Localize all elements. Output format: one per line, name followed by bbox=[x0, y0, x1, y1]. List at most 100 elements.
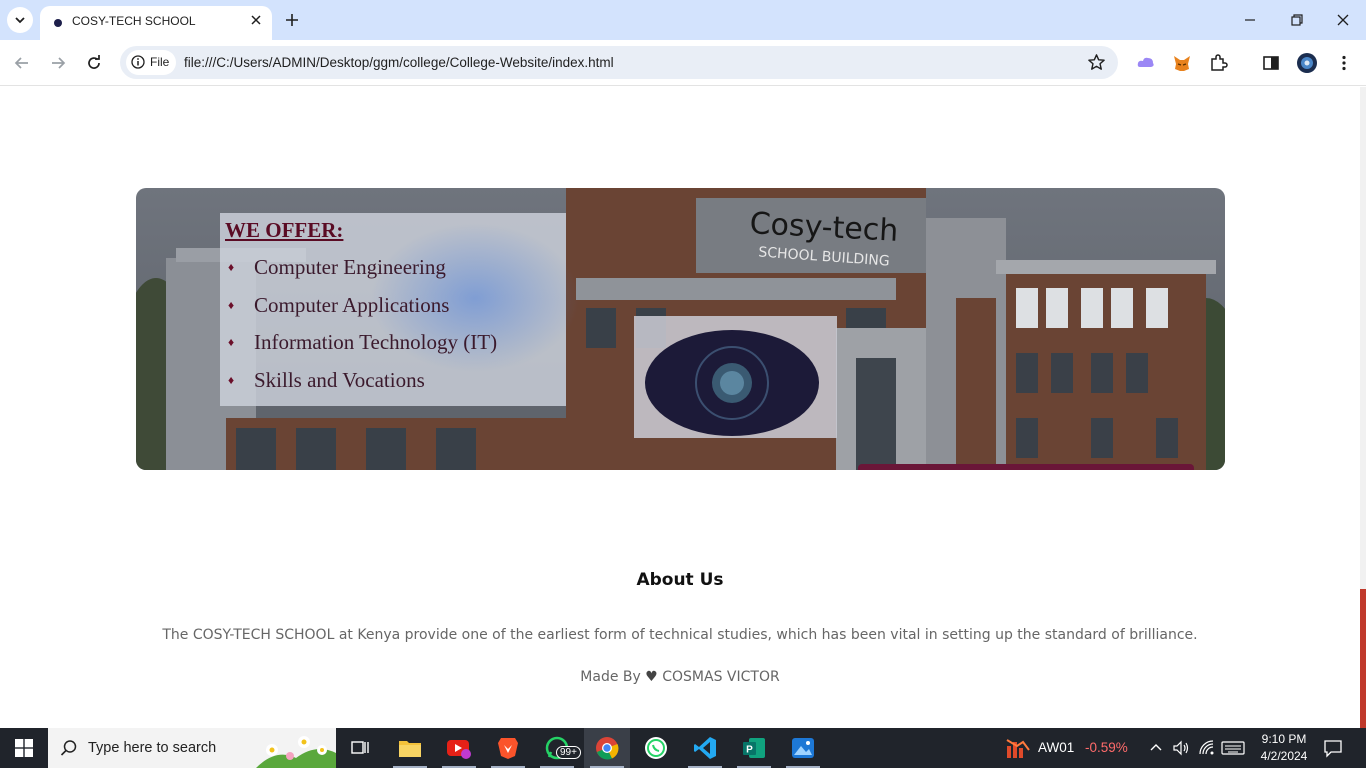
course-item: ♦ Skills and Vocations bbox=[228, 368, 497, 406]
restore-icon[interactable] bbox=[1287, 10, 1307, 30]
notification-badge: 99+ bbox=[556, 746, 581, 759]
course-name: Computer Applications bbox=[254, 292, 450, 317]
school-logo-panel bbox=[634, 316, 837, 438]
address-bar[interactable]: File file:///C:/Users/ADMIN/Desktop/ggm/… bbox=[120, 46, 1118, 79]
taskbar-search[interactable]: Type here to search bbox=[48, 728, 336, 768]
vscode-button[interactable] bbox=[682, 728, 728, 768]
offer-heading: WE OFFER: bbox=[225, 218, 344, 242]
diamond-bullet-icon: ♦ bbox=[228, 372, 235, 387]
whatsapp-button[interactable] bbox=[633, 728, 679, 768]
photos-button[interactable] bbox=[780, 728, 826, 768]
chevron-down-icon bbox=[15, 17, 25, 24]
chrome-icon bbox=[596, 737, 619, 760]
notifications-icon[interactable] bbox=[1323, 738, 1343, 758]
browser-tab-strip: COSY-TECH SCHOOL bbox=[0, 0, 1366, 40]
publisher-icon: P bbox=[743, 738, 765, 758]
hero-banner: Cosy-tech SCHOOL BUILDING WE OFFER: ♦ Com… bbox=[136, 188, 1225, 470]
cloud-extension-icon bbox=[1137, 57, 1154, 67]
folder-icon bbox=[399, 741, 421, 757]
search-placeholder: Type here to search bbox=[88, 740, 217, 756]
hero-accent-bar bbox=[858, 464, 1194, 470]
sign-title: Cosy-tech bbox=[748, 206, 900, 249]
page-scrollbar[interactable] bbox=[1360, 87, 1366, 728]
reload-icon bbox=[88, 55, 100, 69]
window-close-icon[interactable] bbox=[1333, 10, 1353, 30]
arrow-right-icon bbox=[52, 57, 66, 69]
course-name: Computer Engineering bbox=[254, 255, 446, 279]
whatsapp-desktop-button[interactable]: 99+ bbox=[534, 728, 581, 768]
course-item: ♦ Computer Engineering bbox=[228, 255, 497, 293]
diamond-bullet-icon: ♦ bbox=[228, 297, 235, 312]
extensions-button[interactable] bbox=[1207, 52, 1229, 74]
site-chip-label: File bbox=[150, 55, 170, 69]
browser-toolbar: File file:///C:/Users/ADMIN/Desktop/ggm/… bbox=[0, 40, 1366, 86]
profile-button[interactable] bbox=[1296, 52, 1318, 74]
tab-search-button[interactable] bbox=[7, 7, 33, 33]
courses-panel: WE OFFER: ♦ Computer Engineering ♦ Compute… bbox=[220, 213, 580, 406]
file-explorer-button[interactable] bbox=[387, 728, 433, 768]
photos-icon bbox=[792, 738, 814, 758]
fox-icon bbox=[1174, 56, 1190, 71]
new-tab-button[interactable] bbox=[282, 10, 302, 30]
windows-taskbar: Type here to search 99+ P AW01 -0.59% 9:… bbox=[0, 728, 1366, 768]
keyboard-icon[interactable] bbox=[1221, 739, 1245, 757]
extension-cloud-button[interactable] bbox=[1135, 52, 1157, 74]
task-view-button[interactable] bbox=[337, 728, 383, 768]
start-button[interactable] bbox=[0, 728, 48, 768]
youtube-app-button[interactable] bbox=[436, 728, 482, 768]
system-clock[interactable]: 9:10 PM 4/2/2024 bbox=[1256, 731, 1312, 765]
stock-change: -0.59% bbox=[1085, 740, 1128, 755]
course-item: ♦ Computer Applications bbox=[228, 293, 497, 331]
close-icon[interactable] bbox=[248, 12, 264, 28]
chevron-up-icon[interactable] bbox=[1149, 741, 1163, 755]
side-panel-button[interactable] bbox=[1260, 52, 1282, 74]
url-text[interactable]: file:///C:/Users/ADMIN/Desktop/ggm/colle… bbox=[184, 55, 614, 70]
avatar bbox=[1297, 53, 1317, 73]
brave-lion-icon bbox=[498, 738, 518, 759]
chrome-browser-button[interactable] bbox=[584, 728, 630, 768]
browser-menu-button[interactable] bbox=[1333, 52, 1355, 74]
course-list: ♦ Computer Engineering ♦ Computer Applicat… bbox=[228, 255, 497, 405]
footer-credit: Made By ♥ COSMAS VICTOR bbox=[0, 669, 1360, 685]
site-favicon-icon bbox=[54, 19, 62, 27]
page-viewport: Cosy-tech SCHOOL BUILDING WE OFFER: ♦ Com… bbox=[0, 87, 1366, 728]
browser-tab[interactable]: COSY-TECH SCHOOL bbox=[40, 6, 272, 40]
publisher-button[interactable]: P bbox=[731, 728, 777, 768]
about-description: The COSY-TECH SCHOOL at Kenya provide on… bbox=[162, 627, 1198, 643]
forward-button[interactable] bbox=[47, 52, 69, 74]
flowers-decoration-icon bbox=[256, 736, 336, 768]
author-name: COSMAS VICTOR bbox=[662, 669, 780, 685]
whatsapp-logo-icon bbox=[645, 737, 667, 759]
school-logo bbox=[645, 330, 819, 436]
made-by-label: Made By bbox=[580, 669, 641, 685]
wifi-icon[interactable] bbox=[1198, 739, 1216, 757]
clock-time: 9:10 PM bbox=[1261, 732, 1307, 746]
volume-icon[interactable] bbox=[1172, 739, 1190, 757]
arrow-left-icon bbox=[14, 57, 28, 69]
vscode-icon bbox=[694, 737, 716, 759]
scrollbar-thumb[interactable] bbox=[1360, 589, 1366, 728]
youtube-icon bbox=[447, 740, 471, 759]
stock-chart-icon bbox=[1006, 739, 1030, 758]
clock-date: 4/2/2024 bbox=[1260, 749, 1308, 763]
brave-browser-button[interactable] bbox=[485, 728, 531, 768]
course-name: Skills and Vocations bbox=[254, 367, 425, 392]
more-vertical-icon bbox=[1342, 55, 1346, 71]
reload-button[interactable] bbox=[83, 52, 105, 74]
minimize-icon[interactable] bbox=[1240, 10, 1260, 30]
info-icon bbox=[131, 55, 145, 69]
school-emblem-icon bbox=[695, 346, 769, 420]
site-info-chip[interactable]: File bbox=[126, 50, 176, 75]
stock-ticker[interactable]: AW01 bbox=[1038, 740, 1074, 755]
heart-icon: ♥ bbox=[645, 669, 658, 685]
back-button[interactable] bbox=[11, 52, 33, 74]
tab-title: COSY-TECH SCHOOL bbox=[72, 14, 196, 28]
bookmark-star-icon[interactable] bbox=[1087, 53, 1106, 72]
course-name: Information Technology (IT) bbox=[254, 330, 498, 354]
task-view-icon bbox=[351, 741, 369, 754]
diamond-bullet-icon: ♦ bbox=[228, 335, 235, 349]
svg-text:P: P bbox=[746, 745, 753, 756]
metamask-extension-button[interactable] bbox=[1171, 52, 1193, 74]
search-icon bbox=[60, 740, 77, 756]
diamond-bullet-icon: ♦ bbox=[228, 260, 235, 274]
